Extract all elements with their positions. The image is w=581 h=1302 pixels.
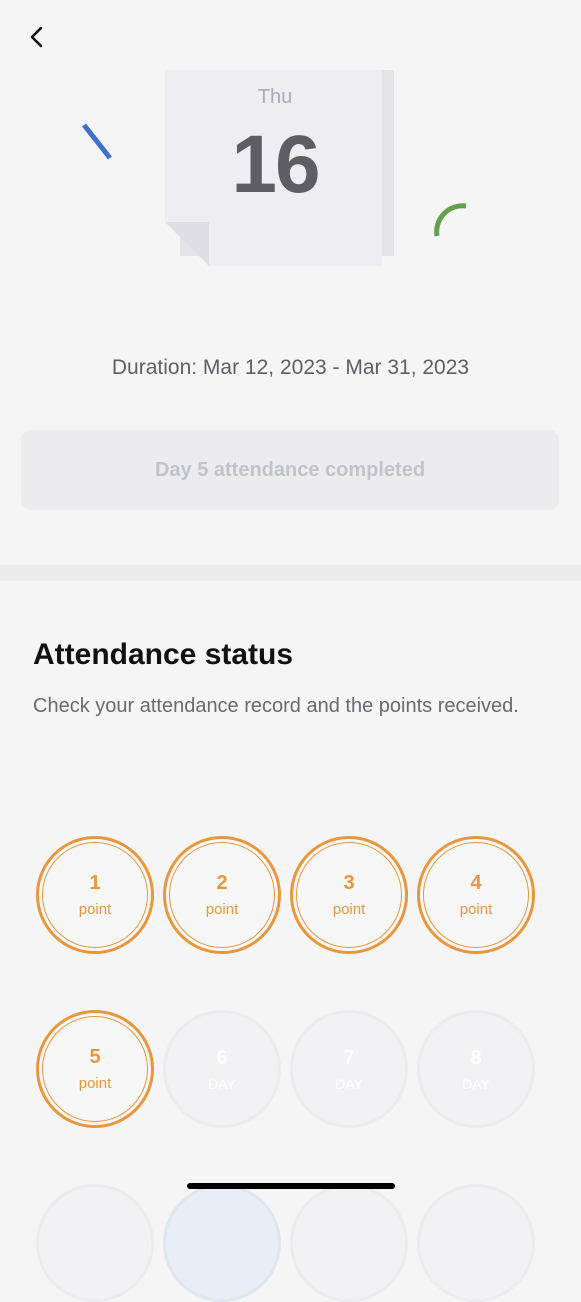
day-circle-partial[interactable] <box>163 1184 281 1302</box>
day-label: point <box>332 901 366 918</box>
day-circle-2[interactable]: 2 point <box>163 836 281 954</box>
attendance-completed-button[interactable]: Day 5 attendance completed <box>21 430 559 510</box>
day-label: DAY <box>208 1075 236 1092</box>
duration-text: Duration: Mar 12, 2023 - Mar 31, 2023 <box>111 356 470 379</box>
confetti-arc-icon <box>434 203 467 237</box>
day-number: 2 <box>216 872 228 894</box>
day-label: DAY <box>462 1075 490 1092</box>
day-number: 8 <box>470 1046 482 1069</box>
day-number: 1 <box>89 872 101 894</box>
day-number: 6 <box>216 1046 228 1069</box>
section-description: Check your attendance record and the poi… <box>33 695 519 717</box>
chevron-left-icon <box>30 26 43 48</box>
day-number: 5 <box>89 1046 101 1068</box>
back-button[interactable] <box>22 22 52 52</box>
day-label: point <box>205 901 239 918</box>
day-circle-1[interactable]: 1 point <box>36 836 154 954</box>
day-label: point <box>459 901 493 918</box>
home-indicator[interactable] <box>187 1183 395 1189</box>
day-label: point <box>78 901 112 918</box>
day-number: 7 <box>343 1046 355 1069</box>
day-circle-6[interactable]: 6 DAY <box>163 1010 281 1128</box>
calendar-date: 16 <box>231 119 320 210</box>
day-circle-7[interactable]: 7 DAY <box>290 1010 408 1128</box>
day-number: 4 <box>470 872 482 894</box>
section-title: Attendance status <box>33 638 294 671</box>
day-circle-partial[interactable] <box>417 1184 535 1302</box>
day-circle-5[interactable]: 5 point <box>36 1010 154 1128</box>
day-circle-3[interactable]: 3 point <box>290 836 408 954</box>
confetti-line-icon <box>82 123 112 160</box>
day-label: DAY <box>335 1075 363 1092</box>
day-circle-partial[interactable] <box>290 1184 408 1302</box>
section-divider <box>0 565 581 581</box>
day-number: 3 <box>343 872 355 894</box>
calendar-weekday: Thu <box>257 86 293 108</box>
day-circle-partial[interactable] <box>36 1184 154 1302</box>
day-circle-8[interactable]: 8 DAY <box>417 1010 535 1128</box>
day-label: point <box>78 1075 112 1092</box>
day-circle-4[interactable]: 4 point <box>417 836 535 954</box>
